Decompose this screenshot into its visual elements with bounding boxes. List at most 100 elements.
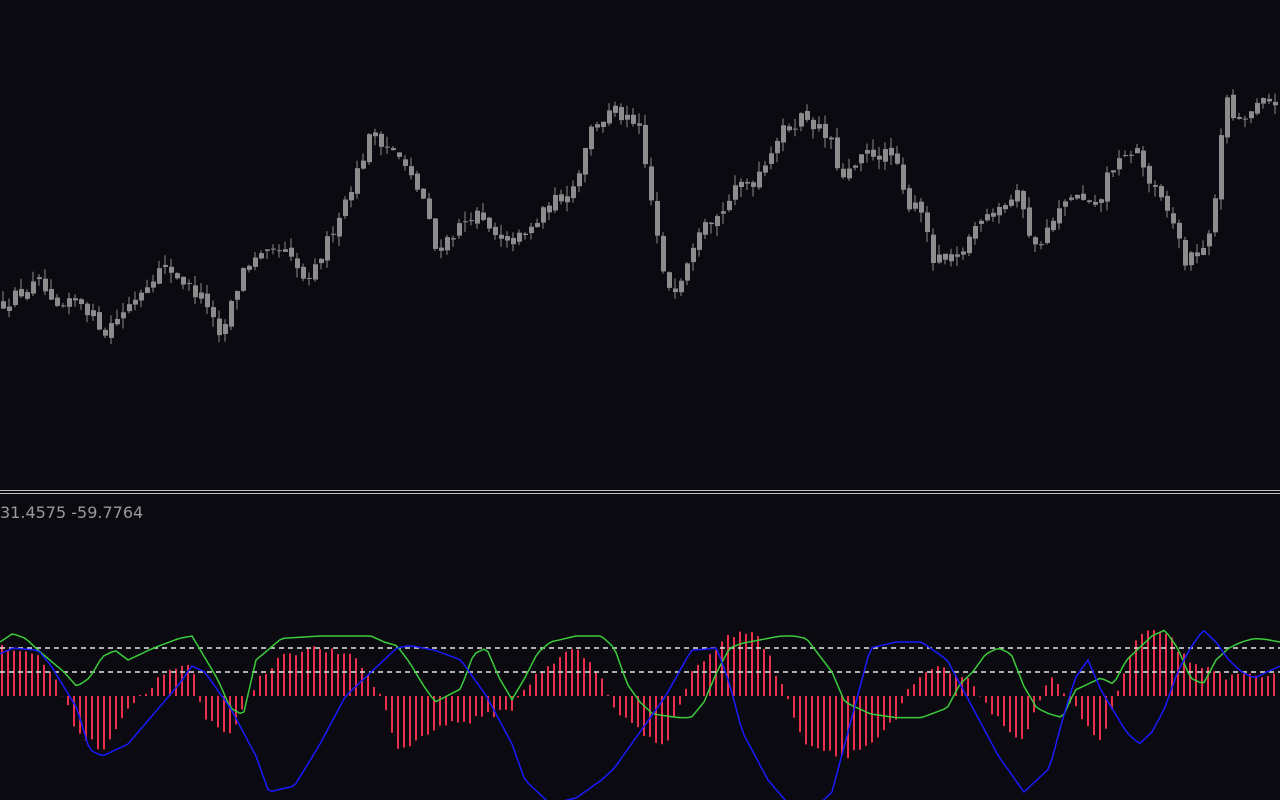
candle-body <box>535 222 540 228</box>
candle <box>43 269 48 295</box>
candle-body <box>745 181 750 184</box>
price-chart-pane[interactable] <box>0 0 1280 490</box>
candle <box>325 231 330 268</box>
oscillator-chart <box>0 629 1280 800</box>
candle-body <box>499 234 504 239</box>
candle-body <box>343 199 348 217</box>
candle-body <box>169 266 174 273</box>
candle <box>247 264 252 273</box>
candle-body <box>523 233 528 236</box>
candle <box>1153 180 1158 197</box>
candle-body <box>601 121 606 127</box>
candle-body <box>661 235 666 272</box>
candle-body <box>565 196 570 203</box>
candle-body <box>1075 194 1080 199</box>
candle-body <box>517 232 522 242</box>
candle-body <box>883 149 888 162</box>
candle <box>1201 240 1206 256</box>
candle <box>433 217 438 251</box>
candle-body <box>1267 98 1272 102</box>
candle <box>115 309 120 327</box>
candle <box>739 178 744 198</box>
candle <box>361 153 366 170</box>
candle-body <box>49 288 54 300</box>
candle-body <box>901 164 906 190</box>
candle-body <box>403 159 408 166</box>
candle <box>751 180 756 197</box>
candle <box>1183 236 1188 271</box>
candle-body <box>775 140 780 154</box>
candle-body <box>313 264 318 280</box>
candle <box>679 278 684 297</box>
candle <box>373 128 378 146</box>
candle <box>451 235 456 247</box>
candle <box>475 207 480 229</box>
candle-body <box>265 249 270 251</box>
candle-body <box>1261 98 1266 104</box>
candle-body <box>1045 227 1050 244</box>
candle-body <box>853 165 858 168</box>
candle-body <box>121 312 126 319</box>
candle-body <box>211 307 216 318</box>
candle-body <box>325 236 330 261</box>
candle-body <box>475 210 480 224</box>
candle <box>997 202 1002 224</box>
candle <box>487 216 492 233</box>
candle-body <box>1027 207 1032 236</box>
candle-body <box>1015 190 1020 202</box>
indicator-pane[interactable] <box>0 494 1280 800</box>
candle-body <box>991 212 996 217</box>
candle <box>835 128 840 171</box>
candle-body <box>925 212 930 233</box>
candle <box>385 136 390 154</box>
candle-body <box>43 278 48 292</box>
candle <box>865 143 870 163</box>
candle <box>49 279 54 301</box>
candle <box>1087 199 1092 204</box>
candle-body <box>301 266 306 279</box>
candle <box>823 115 828 148</box>
candle <box>643 114 648 168</box>
candle-body <box>199 292 204 299</box>
candle-body <box>385 146 390 148</box>
candle-body <box>115 318 120 325</box>
candle-body <box>349 191 354 201</box>
candle <box>1045 219 1050 245</box>
candle-body <box>817 124 822 129</box>
chart-window[interactable]: 31.4575 -59.7764 <box>0 0 1280 800</box>
candle-body <box>85 303 90 316</box>
candle-body <box>787 126 792 131</box>
candle-body <box>223 324 228 335</box>
candle-body <box>997 206 1002 216</box>
indicator-values-label: 31.4575 -59.7764 <box>0 503 144 522</box>
candle <box>505 231 510 248</box>
candle-body <box>1099 199 1104 203</box>
candle-body <box>1231 94 1236 119</box>
candle <box>349 186 354 208</box>
candle-body <box>277 250 282 252</box>
candle-body <box>157 268 162 284</box>
candle <box>469 212 474 226</box>
candle-body <box>541 207 546 223</box>
candle-body <box>193 285 198 298</box>
candle <box>331 226 336 243</box>
candle <box>613 101 618 117</box>
candle-body <box>163 264 168 267</box>
candle <box>1249 111 1254 124</box>
candle <box>211 300 216 327</box>
candle <box>409 157 414 180</box>
candle <box>277 244 282 258</box>
candle <box>697 228 702 257</box>
candle-body <box>553 194 558 211</box>
candle-body <box>1111 170 1116 173</box>
candle <box>355 160 360 199</box>
candle <box>163 255 168 274</box>
candle-body <box>451 238 456 240</box>
candle-body <box>769 153 774 164</box>
candle-body <box>259 253 264 259</box>
candle-body <box>613 105 618 113</box>
candle-body <box>427 198 432 219</box>
candle-body <box>865 150 870 154</box>
candle-body <box>445 237 450 251</box>
candle-body <box>835 137 840 169</box>
